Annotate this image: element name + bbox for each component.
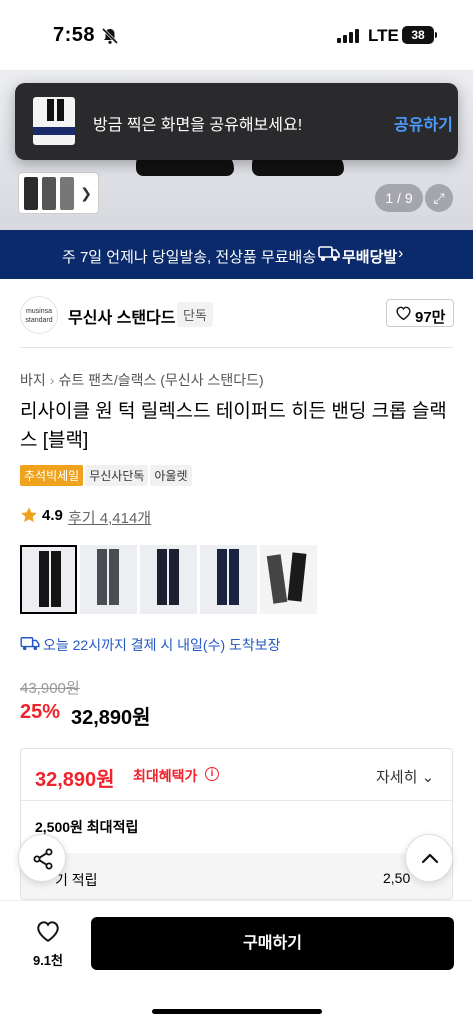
swatch-charcoal[interactable] (80, 545, 137, 614)
brand-logo[interactable]: musinsa standard (20, 296, 58, 334)
scroll-top-fab[interactable] (405, 834, 453, 882)
swatch-navy-dark[interactable] (140, 545, 197, 614)
truck-icon (20, 637, 40, 651)
review-count-link[interactable]: 후기 4,414개 (68, 507, 151, 528)
info-icon[interactable]: i (205, 767, 219, 781)
detail-toggle[interactable]: 자세히 ⌄ (376, 766, 434, 787)
battery-icon: 38 (402, 26, 434, 44)
points-max: 2,500원 최대적립 (35, 819, 139, 835)
signal-icon (337, 29, 359, 43)
divider (20, 347, 453, 348)
thumbnail (42, 177, 56, 210)
exclusive-tag: 무신사단독 (85, 465, 149, 486)
expand-icon[interactable]: ⤢ (425, 184, 453, 212)
outlet-tag: 아울렛 (150, 465, 192, 486)
benefit-box: 32,890원 최대혜택가 i 자세히 ⌄ 2,500원 최대적립 기 적립 2… (20, 748, 453, 900)
swatch-flat[interactable] (260, 545, 317, 614)
max-benefit-label: 최대혜택가 (133, 768, 198, 784)
chevron-right-icon: › (398, 245, 404, 262)
breadcrumb-item[interactable]: 슈트 팬츠/슬랙스 (무신사 스탠다드) (58, 372, 263, 388)
product-title: 리사이클 원 턱 릴렉스드 테이퍼드 히든 밴딩 크롭 슬랙스 [블랙] (20, 401, 447, 451)
bell-off-icon (101, 27, 119, 45)
original-price: 43,900원 (20, 680, 80, 697)
brand-name[interactable]: 무신사 스탠다드 (68, 304, 176, 328)
swatch-navy[interactable] (200, 545, 257, 614)
points-row-label: 기 적립 (55, 872, 98, 888)
image-counter: 1 / 9 (375, 184, 423, 212)
bottom-action-bar: 9.1천 구매하기 (0, 900, 473, 1024)
wish-count: 9.1천 (32, 953, 64, 968)
breadcrumb-item[interactable]: 바지 (20, 372, 46, 388)
divider (21, 800, 452, 801)
chevron-right-icon: ❯ (80, 185, 92, 201)
brand-like-count: 97만 (415, 309, 446, 326)
heart-icon (396, 306, 411, 321)
swatch-black[interactable] (20, 545, 77, 614)
shipping-text: 주 7일 언제나 당일발송, 전상품 무료배송 (62, 249, 317, 266)
share-toast: 방금 찍은 화면을 공유해보세요! 공유하기 (15, 83, 458, 160)
points-row: 기 적립 2,50 (21, 853, 452, 899)
free-delivery-badge: 무배당발 (342, 249, 398, 266)
truck-icon (318, 246, 340, 261)
status-time: 7:58 (53, 24, 96, 46)
buy-button[interactable]: 구매하기 (91, 917, 454, 970)
exclusive-badge: 단독 (177, 302, 213, 327)
share-fab[interactable] (18, 834, 66, 882)
home-indicator (152, 1009, 322, 1014)
toast-message: 방금 찍은 화면을 공유해보세요! (93, 117, 303, 134)
thumbnail (60, 177, 74, 210)
wish-button[interactable]: 9.1천 (27, 919, 69, 969)
points-row-value: 2,50 (383, 870, 411, 886)
discount-rate: 25% (20, 701, 61, 723)
brand-like-button[interactable]: 97만 (386, 299, 454, 327)
max-benefit-price: 32,890원 (35, 769, 115, 791)
share-icon (33, 848, 53, 870)
share-button[interactable]: 공유하기 (394, 111, 453, 135)
screenshot-thumbnail[interactable] (33, 97, 75, 145)
delivery-text: 오늘 22시까지 결제 시 내일(수) 도착보장 (43, 637, 281, 653)
battery-tip (435, 32, 437, 38)
chevron-down-icon: ⌄ (421, 769, 435, 786)
chevron-right-icon: › (49, 372, 55, 388)
detail-label: 자세히 (376, 769, 418, 786)
brand-row[interactable]: musinsa standard 무신사 스탠다드 단독 97만 (0, 279, 473, 349)
status-bar: 7:58 LTE 38 (0, 0, 473, 70)
product-tags: 추석빅세일 무신사단독 아울렛 (20, 465, 194, 486)
sale-tag: 추석빅세일 (20, 465, 84, 486)
breadcrumb: 바지 › 슈트 팬츠/슬랙스 (무신사 스탠다드) (20, 370, 264, 390)
chevron-up-icon (421, 853, 439, 864)
star-icon (21, 507, 37, 523)
thumbnail-strip[interactable]: ❯ (18, 172, 99, 214)
sale-price: 32,890원 (71, 707, 151, 729)
heart-icon (37, 921, 59, 942)
shipping-banner[interactable]: 주 7일 언제나 당일발송, 전상품 무료배송 무배당발 › (0, 230, 473, 279)
thumbnail (24, 177, 38, 210)
rating-value: 4.9 (42, 507, 63, 524)
network-label: LTE (368, 26, 399, 45)
